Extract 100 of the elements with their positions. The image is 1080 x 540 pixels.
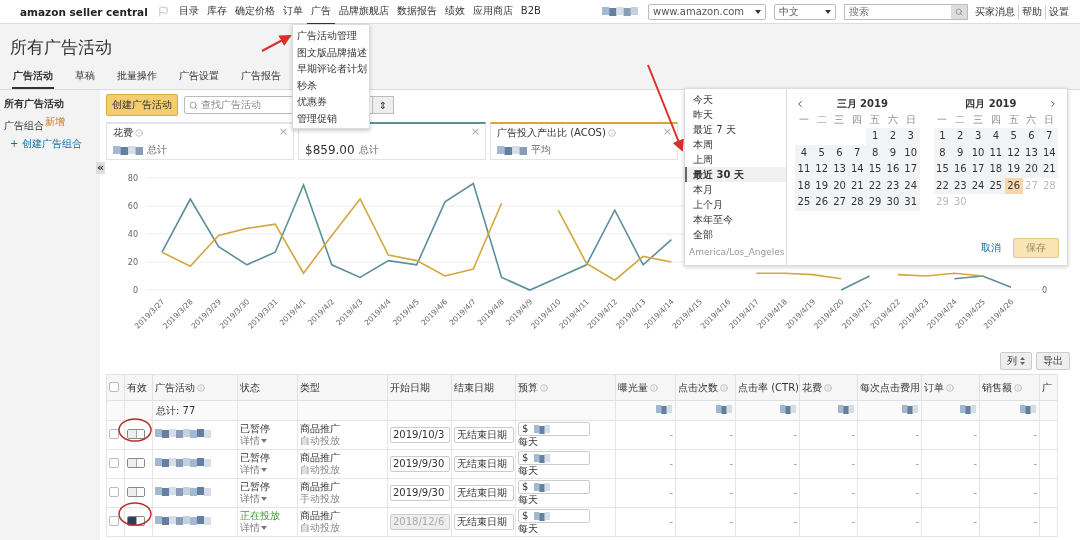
- checkbox[interactable]: [109, 457, 119, 468]
- nav-item[interactable]: 应用商店: [468, 0, 517, 25]
- header-link[interactable]: 设置: [1045, 4, 1072, 19]
- budget-field[interactable]: $: [518, 509, 590, 523]
- column-header[interactable]: 销售额: [979, 374, 1040, 401]
- previous-month-icon[interactable]: [795, 99, 805, 109]
- calendar-day[interactable]: 21: [1040, 161, 1059, 178]
- date-preset[interactable]: 最近 7 天: [685, 122, 786, 137]
- calendar-day[interactable]: 4: [795, 144, 813, 161]
- column-header[interactable]: 广告活动: [152, 374, 238, 401]
- toggle-switch[interactable]: [127, 516, 145, 526]
- collapse-toggle[interactable]: «: [96, 162, 106, 174]
- search-field[interactable]: 搜索: [844, 3, 968, 20]
- calendar-day[interactable]: 1: [866, 128, 884, 145]
- cancel-link[interactable]: 取消: [981, 241, 1001, 255]
- toggle-switch[interactable]: [127, 458, 145, 468]
- column-header[interactable]: 开始日期: [387, 374, 452, 401]
- toggle-switch[interactable]: [127, 429, 145, 439]
- column-header[interactable]: 类型: [297, 374, 388, 401]
- date-preset[interactable]: 昨天: [685, 107, 786, 122]
- tab[interactable]: 广告报告: [240, 66, 282, 89]
- date-preset[interactable]: 本周: [685, 137, 786, 152]
- calendar-day[interactable]: 1: [933, 128, 952, 145]
- metric-card[interactable]: 花费 总计 ×: [106, 122, 294, 160]
- start-date-field[interactable]: 2019/10/3: [390, 427, 450, 443]
- logo[interactable]: amazon seller central: [20, 5, 148, 18]
- menu-item[interactable]: 优惠券: [293, 93, 369, 110]
- tab[interactable]: 批量操作: [116, 66, 158, 89]
- checkbox[interactable]: [109, 515, 119, 526]
- sidebar-item[interactable]: 所有广告活动: [4, 97, 96, 111]
- nav-item[interactable]: B2B: [516, 0, 545, 23]
- nav-item[interactable]: 数据报告: [392, 0, 441, 25]
- create-portfolio-link[interactable]: + 创建广告组合: [4, 137, 96, 152]
- details-link[interactable]: 详情: [240, 493, 267, 505]
- calendar-day[interactable]: 15: [933, 161, 952, 178]
- language-select[interactable]: 中文: [774, 3, 836, 20]
- end-date-field[interactable]: 无结束日期: [454, 485, 514, 501]
- calendar-day[interactable]: 15: [866, 161, 884, 178]
- metric-card[interactable]: 广告投入产出比 (ACOS) 平均 ×: [490, 122, 678, 160]
- checkbox[interactable]: [109, 381, 119, 392]
- budget-field[interactable]: $: [518, 480, 590, 494]
- date-preset[interactable]: 全部: [685, 227, 786, 242]
- calendar-day[interactable]: 2: [951, 128, 970, 145]
- end-date-field[interactable]: 无结束日期: [454, 514, 514, 530]
- column-header[interactable]: 点击次数: [675, 374, 736, 401]
- date-preset[interactable]: 最近 30 天: [685, 167, 786, 182]
- calendar-day[interactable]: 28: [848, 194, 867, 211]
- column-header[interactable]: 每次点击费用: [857, 374, 922, 401]
- calendar-day[interactable]: 25: [795, 194, 813, 211]
- date-preset[interactable]: 本年至今: [685, 212, 786, 227]
- menu-item[interactable]: 图文版品牌描述: [293, 43, 369, 60]
- end-date-field[interactable]: 无结束日期: [454, 427, 514, 443]
- column-header[interactable]: 曝光量: [615, 374, 676, 401]
- column-header[interactable]: 结束日期: [451, 374, 516, 401]
- column-header[interactable]: 状态: [237, 374, 298, 401]
- details-link[interactable]: 详情: [240, 435, 267, 447]
- nav-item[interactable]: 确定价格: [230, 0, 279, 25]
- start-date-field[interactable]: 2019/9/30: [390, 485, 450, 501]
- column-header[interactable]: 花费: [799, 374, 858, 401]
- calendar-day[interactable]: 11: [795, 161, 813, 178]
- details-link[interactable]: 详情: [240, 522, 267, 534]
- calendar-day[interactable]: 29: [866, 194, 884, 211]
- date-preset[interactable]: 本月: [685, 182, 786, 197]
- create-campaign-button[interactable]: 创建广告活动: [106, 94, 178, 116]
- marketplace-select[interactable]: www.amazon.com: [648, 3, 766, 20]
- start-date-field[interactable]: 2019/9/30: [390, 456, 450, 472]
- column-header[interactable]: 点击率 (CTR): [735, 374, 800, 401]
- calendar-day[interactable]: 3: [969, 128, 987, 145]
- budget-field[interactable]: $: [518, 422, 590, 436]
- tab[interactable]: 草稿: [74, 66, 96, 89]
- nav-item[interactable]: 品牌旗舰店: [334, 0, 393, 25]
- date-preset[interactable]: 上周: [685, 152, 786, 167]
- columns-button[interactable]: 列: [1000, 352, 1032, 370]
- export-button[interactable]: 导出: [1036, 352, 1070, 370]
- nav-item[interactable]: 库存: [202, 0, 231, 25]
- header-link[interactable]: 买家消息: [972, 4, 1018, 19]
- calendar-day[interactable]: 16: [951, 161, 970, 178]
- checkbox[interactable]: [109, 486, 119, 497]
- column-header[interactable]: 订单: [921, 374, 980, 401]
- date-preset[interactable]: 今天: [685, 92, 786, 107]
- calendar-day[interactable]: 7: [848, 144, 867, 161]
- calendar-day[interactable]: 17: [969, 161, 987, 178]
- budget-field[interactable]: $: [518, 451, 590, 465]
- calendar-day[interactable]: 7: [1040, 128, 1059, 145]
- menu-item[interactable]: 早期评论者计划: [293, 60, 369, 77]
- toggle-switch[interactable]: [127, 487, 145, 497]
- column-header[interactable]: 预算: [515, 374, 616, 401]
- nav-item[interactable]: 绩效: [440, 0, 469, 25]
- search-button[interactable]: [951, 4, 967, 19]
- checkbox[interactable]: [109, 428, 119, 439]
- tab[interactable]: 广告设置: [178, 66, 220, 89]
- nav-item[interactable]: 目录: [174, 0, 203, 25]
- nav-item[interactable]: 订单: [278, 0, 307, 25]
- date-preset[interactable]: 上个月: [685, 197, 786, 212]
- end-date-field[interactable]: 无结束日期: [454, 456, 514, 472]
- menu-item[interactable]: 广告活动管理: [293, 27, 369, 44]
- menu-item[interactable]: 秒杀: [293, 76, 369, 93]
- header-link[interactable]: 帮助: [1018, 4, 1045, 19]
- details-link[interactable]: 详情: [240, 464, 267, 476]
- filter-select[interactable]: ⇕: [372, 96, 394, 114]
